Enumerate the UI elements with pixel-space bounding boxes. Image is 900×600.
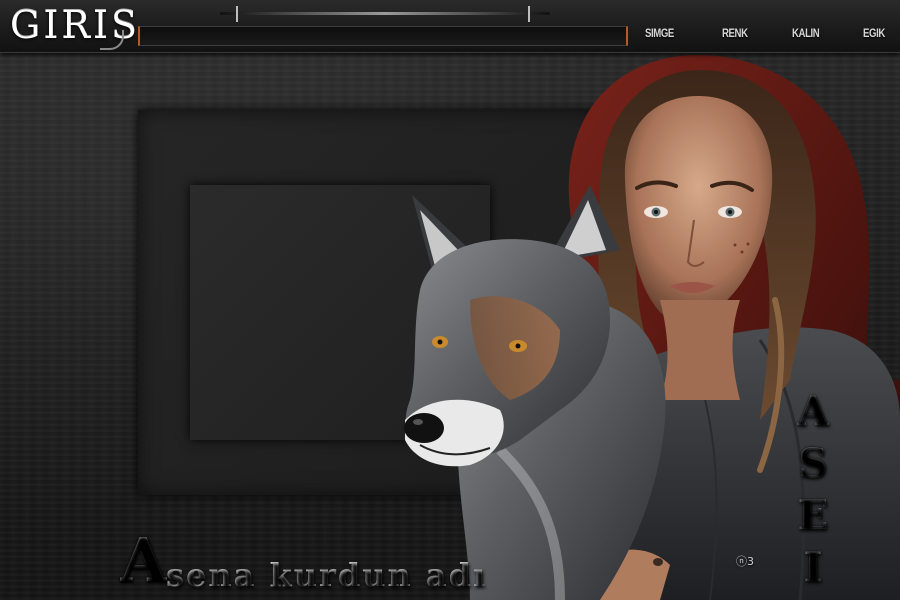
vertical-letter-1: A	[788, 388, 838, 435]
logo-swirl-ornament	[100, 30, 124, 50]
caption-initial-letter: A	[120, 526, 167, 596]
slider-handle-left[interactable]	[236, 6, 238, 22]
simge-button[interactable]: SIMGE	[645, 26, 674, 40]
vertical-letters: A S E I	[788, 388, 838, 591]
scene-illustration	[404, 54, 900, 600]
slider-track[interactable]	[220, 12, 550, 15]
size-slider[interactable]	[220, 6, 550, 22]
text-input[interactable]	[138, 26, 628, 46]
vertical-letter-4: I	[788, 544, 838, 591]
copyright-mark: ⓝ3	[736, 555, 754, 568]
top-toolbar: GIRIS SIMGE RENK KALIN EGIK	[0, 0, 900, 53]
vertical-letter-2: S	[788, 440, 838, 487]
slider-handle-right[interactable]	[528, 6, 530, 22]
app-root: GIRIS SIMGE RENK KALIN EGIK A sena kurdu…	[0, 0, 900, 600]
caption-title: A sena kurdun adı	[120, 526, 510, 600]
vertical-letter-3: E	[788, 492, 838, 539]
kalin-button[interactable]: KALIN	[792, 26, 820, 40]
renk-button[interactable]: RENK	[722, 26, 748, 40]
egik-button[interactable]: EGIK	[863, 26, 885, 40]
caption-text: sena kurdun adı	[166, 556, 488, 594]
